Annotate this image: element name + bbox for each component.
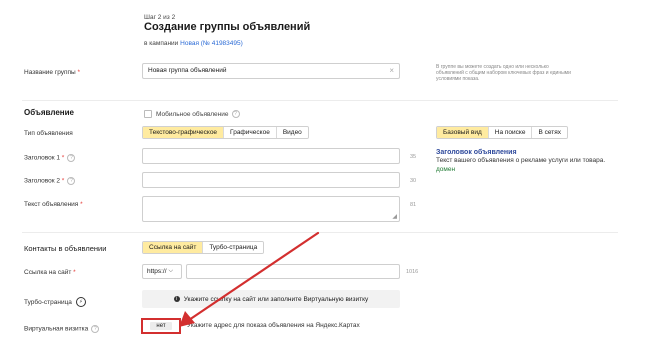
annotation-arrow-icon [179, 231, 320, 327]
